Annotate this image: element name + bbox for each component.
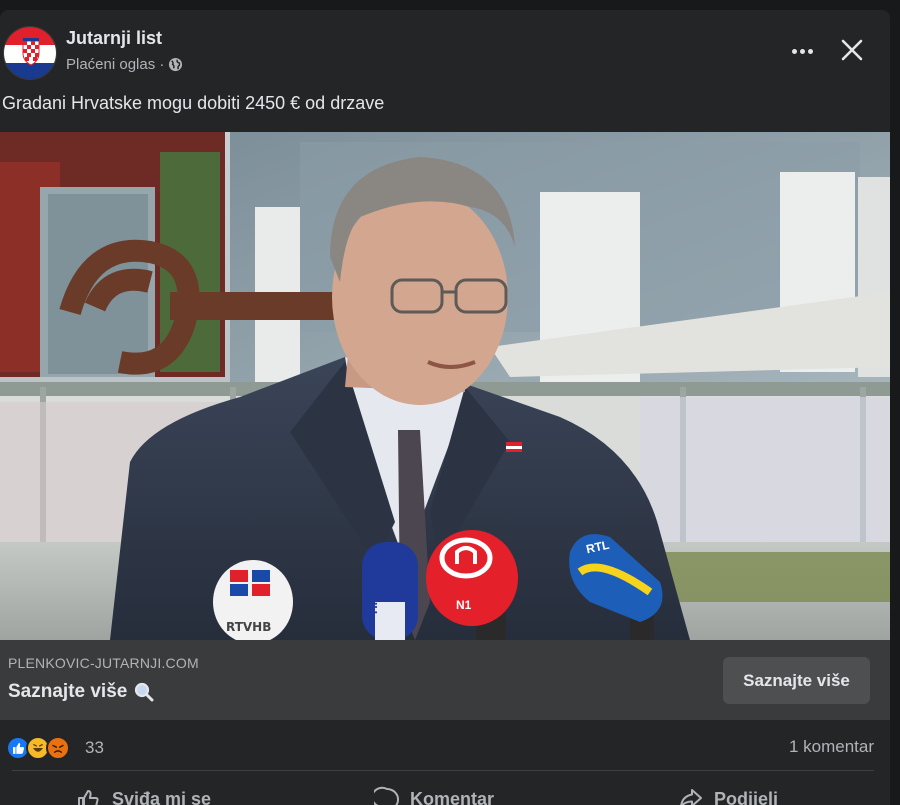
ad-video-thumbnail[interactable]: RTVHB HRT N1 RTL [0,132,890,640]
share-button[interactable]: Podijeli [678,782,778,805]
link-title-text: Saznajte više [8,681,128,702]
croatian-flag-icon [4,27,56,79]
mic-label-n1: N1 [456,598,472,612]
comment-bubble-icon [374,786,399,805]
sponsored-label: Plaćeni oglas · [66,56,165,73]
page-name[interactable]: Jutarnji list [66,28,162,49]
press-conference-image [0,132,890,640]
share-arrow-icon [680,789,702,805]
page-avatar[interactable] [3,26,57,80]
reactions-row: 33 1 komentar [0,728,890,768]
post-header: Jutarnji list Plaćeni oglas · [0,10,890,90]
reaction-count[interactable]: 33 [85,738,104,758]
more-dot-icon [807,48,813,54]
more-dot-icon [799,48,805,54]
like-label: Sviđa mi se [112,788,212,805]
angry-icon [46,736,70,760]
like-button[interactable]: Sviđa mi se [76,782,211,805]
globe-icon [169,57,183,72]
thumbs-up-icon [78,790,99,805]
comment-button[interactable]: Komentar [374,782,494,805]
learn-more-button[interactable]: Saznajte više [723,657,870,704]
mic-label-hrt: HRT [366,589,380,614]
more-dot-icon [791,48,797,54]
ad-post-card: Jutarnji list Plaćeni oglas · Gradani Hr… [0,10,890,805]
link-title[interactable]: Saznajte više [8,681,155,703]
close-button[interactable] [836,34,868,66]
close-icon [841,39,863,61]
comment-label: Komentar [410,788,495,805]
comment-count[interactable]: 1 komentar [789,737,874,757]
mic-label-rtvhb: RTVHB [226,620,272,634]
magnifier-icon [135,682,154,702]
actions-divider [12,770,874,771]
post-actions: Sviđa mi se Komentar Podijeli [0,780,890,805]
link-domain: PLENKOVIC-JUTARNJI.COM [8,655,199,671]
share-label: Podijeli [714,788,779,805]
reaction-icons[interactable] [6,736,80,760]
post-text: Gradani Hrvatske mogu dobiti 2450 € od d… [2,93,385,113]
link-preview-bar[interactable]: PLENKOVIC-JUTARNJI.COM Saznajte više Saz… [0,640,890,720]
more-options-button[interactable] [784,36,820,66]
sponsored-label-row: Plaćeni oglas · [66,56,183,73]
